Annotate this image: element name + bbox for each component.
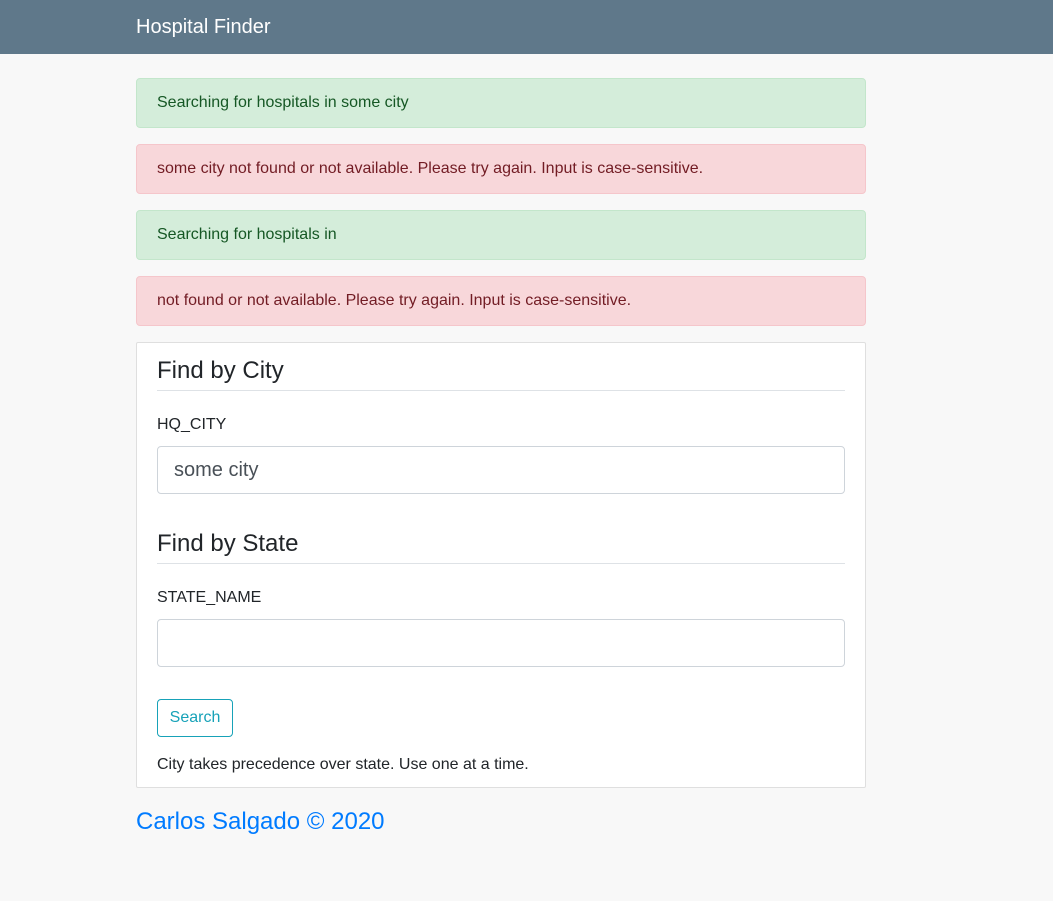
alert-success-state: Searching for hospitals in	[136, 210, 866, 260]
find-by-city-heading: Find by City	[157, 357, 845, 391]
search-button[interactable]: Search	[157, 699, 233, 737]
alert-error-city: some city not found or not available. Pl…	[136, 144, 866, 194]
help-text: City takes precedence over state. Use on…	[157, 756, 529, 773]
main-container: Searching for hospitals in some city som…	[136, 78, 866, 788]
state-name-input[interactable]	[157, 619, 845, 667]
state-name-label: STATE_NAME	[157, 589, 262, 606]
find-by-state-heading: Find by State	[157, 530, 845, 564]
hq-city-label: HQ_CITY	[157, 416, 227, 433]
alert-success-city: Searching for hospitals in some city	[136, 78, 866, 128]
footer-credit-link[interactable]: Carlos Salgado © 2020	[136, 807, 385, 837]
app-brand[interactable]: Hospital Finder	[136, 15, 271, 39]
alert-error-state: not found or not available. Please try a…	[136, 276, 866, 326]
search-form-card: Find by City HQ_CITY Find by State STATE…	[136, 342, 866, 788]
navbar: Hospital Finder	[0, 0, 1053, 54]
hq-city-input[interactable]	[157, 446, 845, 494]
